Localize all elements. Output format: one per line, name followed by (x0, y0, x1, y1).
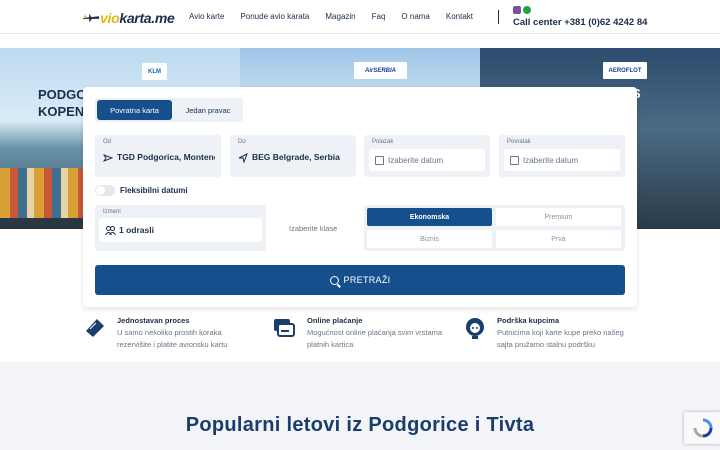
from-value: TGD Podgorica, Montenegro (117, 152, 215, 162)
main-nav: Avio karte Ponude avio karata Magazin Fa… (189, 12, 489, 21)
page: viokarta.me Avio karte Ponude avio karat… (0, 0, 720, 450)
tab-one-way[interactable]: Jedan pravac (175, 100, 241, 120)
cabin-class-selector: Ekonomska Premium Biznis Prva (364, 205, 625, 251)
copenhagen-boats (0, 218, 86, 229)
logo-text: viokarta.me (100, 10, 175, 26)
arrival-icon (238, 153, 248, 163)
passengers-value: 1 odrasli (119, 225, 154, 235)
site-header: viokarta.me Avio karte Ponude avio karat… (0, 0, 720, 34)
calendar-icon (375, 155, 384, 165)
from-field[interactable]: Od TGD Podgorica, Montenegro (95, 135, 221, 177)
flexible-dates[interactable]: Fleksibilni datumi (95, 185, 188, 196)
search-button[interactable]: PRETRAŽI (95, 265, 625, 295)
nav-ponude[interactable]: Ponude avio karata (240, 12, 309, 21)
nav-magazin[interactable]: Magazin (325, 12, 355, 21)
tab-round-trip[interactable]: Povratna karta (97, 100, 172, 120)
aeroflot-logo: AEROFLOT (603, 62, 647, 79)
card-icon (274, 319, 295, 337)
class-first[interactable]: Prva (496, 230, 621, 248)
nav-o-nama[interactable]: O nama (401, 12, 429, 21)
departure-icon (103, 154, 113, 162)
passengers-field[interactable]: Izmeni 1 odrasli (95, 205, 266, 251)
to-field[interactable]: Do BEG Belgrade, Serbia (230, 135, 356, 177)
recaptcha-icon (693, 418, 713, 438)
support-icon (466, 318, 484, 339)
feature-online-payment: Online plaćanje Mogućnost online plaćanj… (307, 316, 443, 349)
to-value: BEG Belgrade, Serbia (252, 152, 340, 162)
plane-icon (82, 13, 100, 23)
nav-avio-karte[interactable]: Avio karte (189, 12, 224, 21)
klm-logo: KLM (142, 63, 167, 80)
flexible-dates-toggle[interactable] (95, 185, 115, 196)
class-business[interactable]: Biznis (367, 230, 492, 248)
return-date-field[interactable]: Povratak Izaberite datum (499, 135, 625, 177)
call-center[interactable]: Call center +381 (0)62 4242 84 (513, 6, 647, 28)
header-divider (498, 10, 499, 24)
search-icon (329, 275, 339, 285)
calendar-icon (510, 155, 519, 165)
viber-icon[interactable] (513, 6, 521, 14)
feature-simple-process: Jednostavan proces U samo nekoliko prost… (117, 316, 228, 349)
hero-route-text: PODGO KOPEN (38, 87, 87, 119)
passengers-icon (105, 225, 116, 235)
search-card: Povratna karta Jedan pravac Od TGD Podgo… (83, 87, 637, 307)
ticket-icon (86, 319, 104, 337)
recaptcha-badge[interactable] (684, 412, 720, 444)
class-label: Izaberite klase (289, 224, 338, 233)
airserbia-logo: AirSERBIA (354, 62, 407, 79)
popular-flights-title: Popularni letovi iz Podgorice i Tivta (185, 414, 535, 436)
depart-date-field[interactable]: Polazak Izaberite datum (364, 135, 490, 177)
nav-kontakt[interactable]: Kontakt (446, 12, 473, 21)
whatsapp-icon[interactable] (523, 6, 531, 14)
class-premium[interactable]: Premium (496, 208, 621, 226)
nav-faq[interactable]: Faq (372, 12, 386, 21)
feature-customer-support: Podrška kupcima Putnicima koji karte kup… (497, 316, 624, 349)
trip-type-tabs: Povratna karta Jedan pravac (95, 98, 243, 122)
class-economy[interactable]: Ekonomska (367, 208, 492, 226)
logo[interactable]: viokarta.me (82, 9, 175, 27)
call-center-number[interactable]: Call center +381 (0)62 4242 84 (513, 17, 647, 28)
